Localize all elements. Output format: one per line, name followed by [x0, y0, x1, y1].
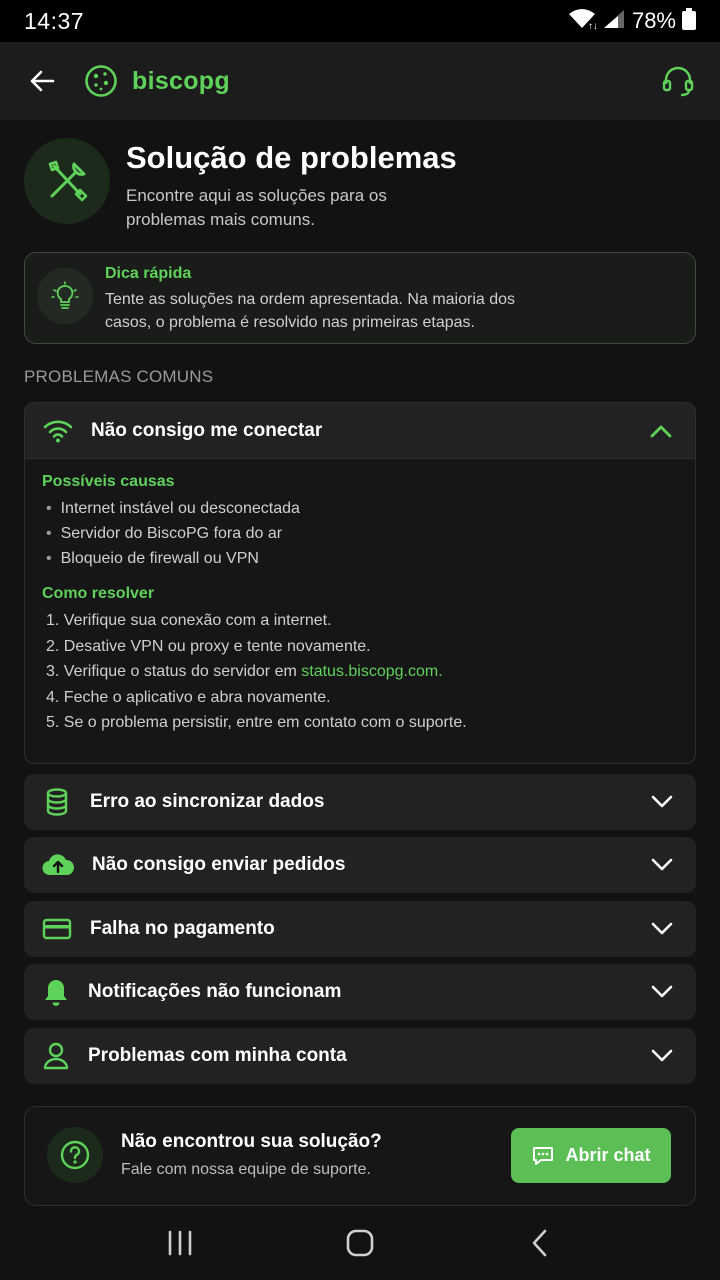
accordion-label: Falha no pagamento [90, 918, 275, 939]
brand-name: biscopg [132, 66, 230, 95]
open-chat-label: Abrir chat [565, 1145, 651, 1165]
user-icon [43, 1042, 69, 1070]
cause-item: • Servidor do BiscoPG fora do ar [46, 525, 283, 542]
svg-text:↑↓: ↑↓ [588, 21, 596, 30]
step-item: 1. Verifique sua conexão com a internet. [46, 612, 332, 629]
page-title: Solução de problemas [126, 140, 457, 175]
headset-icon [662, 66, 694, 97]
app-bar: biscopg [0, 42, 720, 120]
step-item: 3. Verifique o status do servidor em sta… [46, 663, 443, 680]
chat-bubble-icon [533, 1146, 554, 1165]
accordion-label: Erro ao sincronizar dados [90, 791, 325, 812]
battery-percent: 78% [631, 8, 676, 33]
arrow-left-icon [30, 70, 55, 92]
database-icon [46, 788, 68, 816]
chevron-down-icon[interactable] [646, 786, 678, 818]
signal-icon [602, 8, 626, 35]
question-circle-icon [60, 1140, 90, 1170]
status-icons: ↑↓ 78% [568, 7, 696, 35]
tip-text: Tente as soluções na ordem apresentada. … [105, 291, 516, 331]
cookie-icon [85, 65, 117, 97]
credit-card-icon [42, 918, 72, 940]
status-time: 14:37 [24, 7, 85, 34]
accordion-label: Problemas com minha conta [88, 1045, 347, 1066]
battery-icon [682, 7, 696, 35]
tip-title: Dica rápida [105, 265, 192, 282]
section-label: PROBLEMAS COMUNS [24, 367, 214, 386]
hero-icon-circle [24, 138, 110, 224]
accordion-item-account[interactable]: Problemas com minha conta [24, 1028, 696, 1084]
lightbulb-icon [51, 281, 79, 309]
accordion-item-notifications[interactable]: Notificações não funcionam [24, 964, 696, 1020]
accordion-item-payment[interactable]: Falha no pagamento [24, 901, 696, 957]
accordion-item-orders[interactable]: Não consigo enviar pedidos [24, 837, 696, 893]
accordion-label: Não consigo me conectar [91, 419, 323, 441]
tools-icon [48, 160, 88, 202]
accordion-label: Notificações não funcionam [88, 981, 342, 1002]
home-icon [346, 1229, 374, 1257]
causes-title: Possíveis causas [42, 473, 175, 490]
brand: biscopg [84, 64, 230, 98]
accordion-body: Possíveis causas • Internet instável ou d… [25, 459, 695, 736]
step-item: 4. Feche o aplicativo e abra novamente. [46, 688, 331, 706]
step-item: 2. Desative VPN ou proxy e tente novamen… [46, 637, 371, 655]
support-title: Não encontrou sua solução? [121, 1131, 382, 1152]
accordion-item-sync[interactable]: Erro ao sincronizar dados [24, 774, 696, 830]
status-bar: 14:37 ↑↓ 78% [0, 0, 720, 42]
steps-title: Como resolver [42, 585, 155, 602]
chevron-down-icon[interactable] [646, 849, 678, 881]
cause-item: • Bloqueio de firewall ou VPN [46, 550, 259, 567]
accordion-label: Não consigo enviar pedidos [92, 854, 346, 875]
chevron-down-icon[interactable] [646, 913, 678, 945]
open-chat-button[interactable]: Abrir chat [511, 1128, 671, 1183]
system-nav-bar [0, 1206, 720, 1280]
home-button[interactable] [330, 1213, 390, 1273]
recents-icon [168, 1230, 192, 1256]
wifi-icon [43, 420, 73, 442]
step-item: 5. Se o problema persistir, entre em con… [46, 714, 467, 731]
accordion-item-connection: Não consigo me conectar Possíveis causas… [24, 402, 696, 764]
chevron-down-icon[interactable] [646, 976, 678, 1008]
status-link[interactable]: status.biscopg.com [301, 663, 438, 680]
cloud-upload-icon [42, 854, 74, 876]
accordion-header-connection[interactable]: Não consigo me conectar [25, 403, 695, 459]
page-header: Solução de problemas Encontre aqui as so… [24, 138, 696, 238]
back-nav-button[interactable] [510, 1213, 570, 1273]
support-button[interactable] [658, 61, 698, 101]
chevron-down-icon[interactable] [646, 1040, 678, 1072]
wifi-icon: ↑↓ [568, 8, 598, 35]
chevron-up-icon[interactable] [645, 415, 677, 447]
help-icon-circle [47, 1127, 103, 1183]
cause-item: • Internet instável ou desconectada [46, 500, 300, 517]
bell-icon [45, 980, 67, 1006]
back-button[interactable] [22, 61, 62, 101]
back-nav-icon [532, 1229, 547, 1257]
tip-icon-circle [37, 268, 93, 324]
support-subtitle: Fale com nossa equipe de suporte. [121, 1161, 371, 1178]
page-subtitle: Encontre aqui as soluções para os proble… [126, 186, 387, 229]
quick-tip-card: Dica rápida Tente as soluções na ordem a… [24, 252, 696, 344]
support-card: Não encontrou sua solução? Fale com noss… [24, 1106, 696, 1206]
recents-button[interactable] [150, 1213, 210, 1273]
